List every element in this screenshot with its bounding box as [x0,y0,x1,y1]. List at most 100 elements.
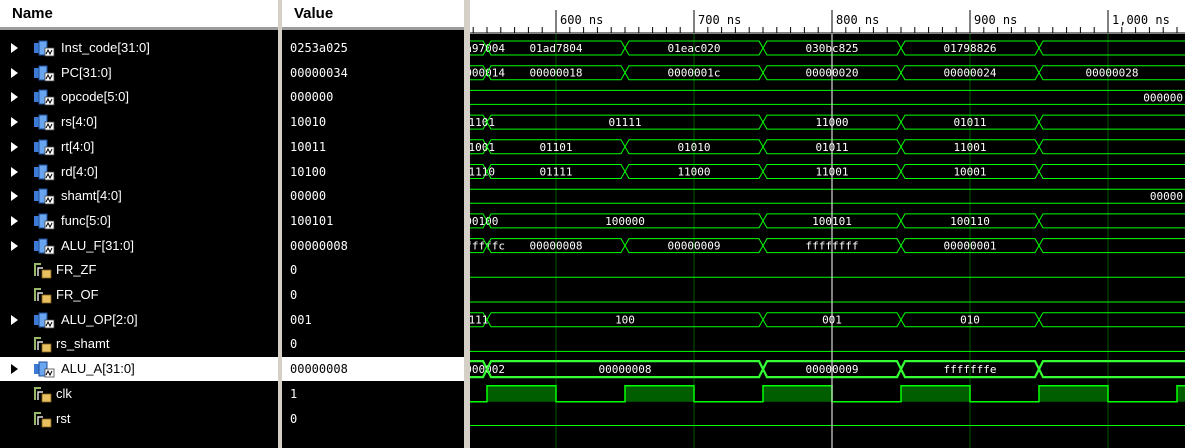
expand-arrow-icon[interactable] [11,166,18,177]
signal-row-alu-a[interactable]: ALU_A[31:0] [0,357,278,382]
expand-arrow-icon[interactable] [11,67,18,78]
bus-value-label: 00000008 [530,240,583,253]
signal-row-pc[interactable]: PC[31:0] [0,61,278,85]
signal-value-label: 001 [290,312,312,327]
bus-value-label: 01eac020 [668,42,721,55]
signal-value-label: 0253a025 [290,41,348,55]
signal-value-label: 00000008 [290,238,348,253]
bus-value-label: 01010 [677,141,710,154]
bus-value-label: 100 [615,314,635,327]
waveform-viewer: Name Inst_code[31:0] PC[31:0] opcode[5:0] r… [0,0,1185,448]
value-row-shamt[interactable]: 00000 [282,184,464,208]
value-row-alu-f[interactable]: 00000008 [282,234,464,258]
signal-name-label: shamt[4:0] [61,188,122,204]
expand-arrow-icon[interactable] [11,191,18,202]
signal-name-label: rd[4:0] [61,163,98,179]
value-row-fr-zf[interactable]: 0 [282,258,464,282]
waveform-canvas[interactable]: 600 ns700 ns800 ns900 ns1,000 ns01a97004… [470,0,1185,448]
signal-row-rd[interactable]: rd[4:0] [0,160,278,184]
value-row-opcode[interactable]: 000000 [282,85,464,109]
value-row-rt[interactable]: 10011 [282,135,464,159]
bus-signal-icon [34,164,55,180]
expand-arrow-icon[interactable] [11,92,18,103]
signal-row-fr-of[interactable]: FR_OF [0,283,278,307]
bus-value-label: 00000024 [944,67,997,80]
signal-value-label: 000000 [290,90,334,105]
signal-value-label: 100101 [290,213,334,228]
signal-row-alu-op[interactable]: ALU_OP[2:0] [0,308,278,332]
value-row-alu-a[interactable]: 00000008 [282,357,464,382]
value-row-alu-op[interactable]: 001 [282,308,464,332]
signal-value-label: 00000034 [290,65,348,80]
bus-value-label: 01111 [608,116,641,129]
expand-arrow-icon[interactable] [11,117,18,128]
signal-value-label: 0 [290,288,298,302]
value-row-rst[interactable]: 0 [282,407,464,431]
signal-row-rst[interactable]: rst [0,407,278,431]
clk-high-fill [1177,385,1185,402]
signal-row-inst-code[interactable]: Inst_code[31:0] [0,36,278,60]
signal-value-label: 0 [290,263,298,278]
bus-value-label: 01798826 [944,42,997,55]
expand-arrow-icon[interactable] [11,141,18,152]
bus-signal-icon [34,89,55,106]
signal-value-label: 0 [290,411,298,426]
bus-value-label: 01011 [953,116,986,129]
waveform-pane[interactable]: 600 ns700 ns800 ns900 ns1,000 ns01a97004… [470,0,1185,448]
bus-value-label: 01001 [470,141,495,154]
clk-high-fill [625,385,694,402]
value-row-inst-code[interactable]: 0253a025 [282,36,464,60]
expand-arrow-icon[interactable] [11,364,18,375]
name-header-label: Name [12,5,53,22]
signal-row-shamt[interactable]: shamt[4:0] [0,184,278,208]
signal-row-func[interactable]: func[5:0] [0,209,278,233]
signal-row-alu-f[interactable]: ALU_F[31:0] [0,234,278,258]
signal-value-label: 10100 [290,164,327,179]
expand-arrow-icon[interactable] [11,240,18,251]
bus-value-label: 000100 [470,215,498,228]
expand-arrow-icon[interactable] [11,43,18,53]
bus-value-label: 000000 [1143,91,1183,104]
signal-name-label: FR_ZF [56,262,97,278]
signal-row-rs-shamt[interactable]: rs_shamt [0,332,278,356]
bit-signal-icon [34,411,52,427]
signal-name-label: Inst_code[31:0] [61,40,150,55]
bus-signal-icon [34,65,55,82]
bus-value-label: 0000001c [668,67,721,80]
signal-row-opcode[interactable]: opcode[5:0] [0,85,278,109]
value-row-clk[interactable]: 1 [282,382,464,406]
bit-signal-icon [34,263,52,279]
signal-value-label: 1 [290,386,298,401]
value-row-fr-of[interactable]: 0 [282,283,464,307]
expand-arrow-icon[interactable] [11,215,18,226]
signal-value-label: 10010 [290,115,327,130]
name-column-header[interactable]: Name [0,0,278,30]
signal-row-rt[interactable]: rt[4:0] [0,135,278,159]
signal-name-label: FR_OF [56,287,99,302]
bus-value-label: 10001 [953,166,986,179]
signal-row-clk[interactable]: clk [0,382,278,406]
value-row-rs-shamt[interactable]: 0 [282,332,464,356]
value-row-func[interactable]: 100101 [282,209,464,233]
clk-high-fill [487,385,556,402]
bus-value-label: 100110 [950,215,990,228]
bus-signal-icon [34,40,55,57]
bit-signal-icon [34,337,52,353]
signal-row-fr-zf[interactable]: FR_ZF [0,258,278,282]
bus-value-label: 00000028 [1086,67,1139,80]
bus-value-label: 00000 [1150,190,1183,203]
expand-arrow-icon[interactable] [11,314,18,325]
value-column-header[interactable]: Value [282,0,464,30]
signal-name-label: ALU_F[31:0] [61,237,134,253]
signal-row-rs[interactable]: rs[4:0] [0,110,278,134]
signal-name-label: rs_shamt [56,336,110,352]
signal-name-label: rs[4:0] [61,114,98,130]
value-row-rd[interactable]: 10100 [282,160,464,184]
signal-value-label: 0 [290,337,298,352]
bus-value-label: 11000 [677,166,710,179]
value-row-rs[interactable]: 10010 [282,110,464,134]
value-row-pc[interactable]: 00000034 [282,61,464,85]
bus-value-label: 11001 [953,141,986,154]
signal-value-label: 00000 [290,189,327,204]
bus-value-label: 01101 [470,116,495,129]
